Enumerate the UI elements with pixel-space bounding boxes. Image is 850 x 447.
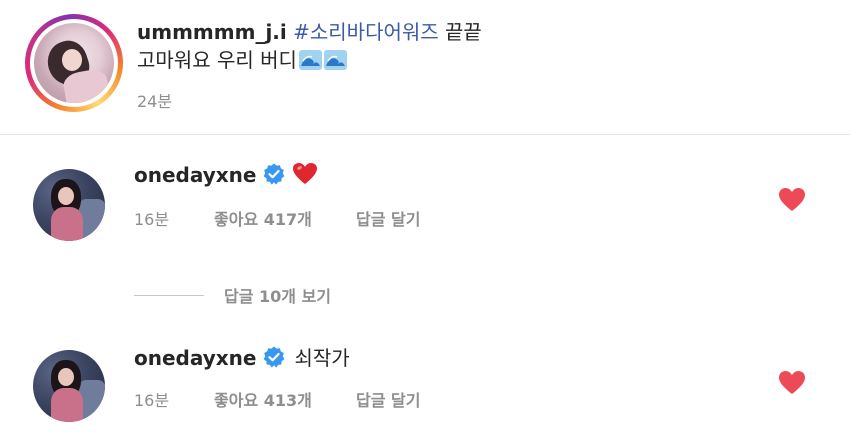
comment-username[interactable]: onedayxne: [134, 163, 256, 187]
divider: [0, 134, 850, 135]
caption-line-2-text: 고마워요 우리 버디: [137, 48, 297, 72]
view-replies[interactable]: 답글 10개 보기: [134, 283, 331, 306]
caption-row: ummmmm_j.i #소리바다어워즈 끝끝 고마워요 우리 버디 24분: [0, 0, 850, 134]
verified-badge-icon: [262, 345, 286, 376]
verified-badge-icon: [262, 162, 286, 193]
comment-time: 16분: [134, 210, 170, 229]
view-replies-label[interactable]: 답글 10개 보기: [224, 287, 331, 306]
like-button[interactable]: [778, 187, 806, 213]
heart-icon: [779, 188, 805, 211]
comment-meta: 16분 좋아요 413개 답글 달기: [134, 387, 420, 411]
reply-button[interactable]: 답글 달기: [356, 206, 420, 230]
caption-username[interactable]: ummmmm_j.i: [137, 20, 287, 44]
avatar[interactable]: [33, 350, 105, 422]
comment-item: onedayxne 쇠작가 16분 좋아요 413개 답글 달기: [0, 336, 850, 436]
like-button[interactable]: [778, 370, 806, 396]
comment-header: onedayxne: [134, 161, 318, 193]
caption-timestamp: 24분: [137, 92, 173, 111]
caption-text-after-hashtag: 끝끝: [445, 20, 482, 44]
avatar[interactable]: [33, 169, 105, 241]
reply-button[interactable]: 답글 달기: [356, 387, 420, 411]
comment-likes[interactable]: 좋아요 417개: [214, 206, 356, 230]
comment-item: onedayxne 16분 좋아요 417개 답글 달기: [0, 155, 850, 255]
comment-time: 16분: [134, 391, 170, 410]
avatar[interactable]: [34, 23, 114, 103]
caption-line-1: ummmmm_j.i #소리바다어워즈 끝끝: [137, 18, 817, 46]
comment-header: onedayxne 쇠작가: [134, 344, 350, 376]
comment-text: 쇠작가: [294, 346, 350, 370]
comment-meta: 16분 좋아요 417개 답글 달기: [134, 206, 420, 230]
caption-line-2: 고마워요 우리 버디: [137, 46, 817, 77]
comment-likes[interactable]: 좋아요 413개: [214, 387, 356, 411]
red-heart-emoji-icon: [292, 162, 318, 193]
view-replies-rule: [134, 294, 204, 296]
caption-text: ummmmm_j.i #소리바다어워즈 끝끝 고마워요 우리 버디: [137, 18, 817, 77]
water-wave-icon: [298, 49, 347, 77]
caption-hashtag[interactable]: #소리바다어워즈: [293, 20, 439, 44]
heart-icon: [779, 371, 805, 394]
comment-username[interactable]: onedayxne: [134, 346, 256, 370]
